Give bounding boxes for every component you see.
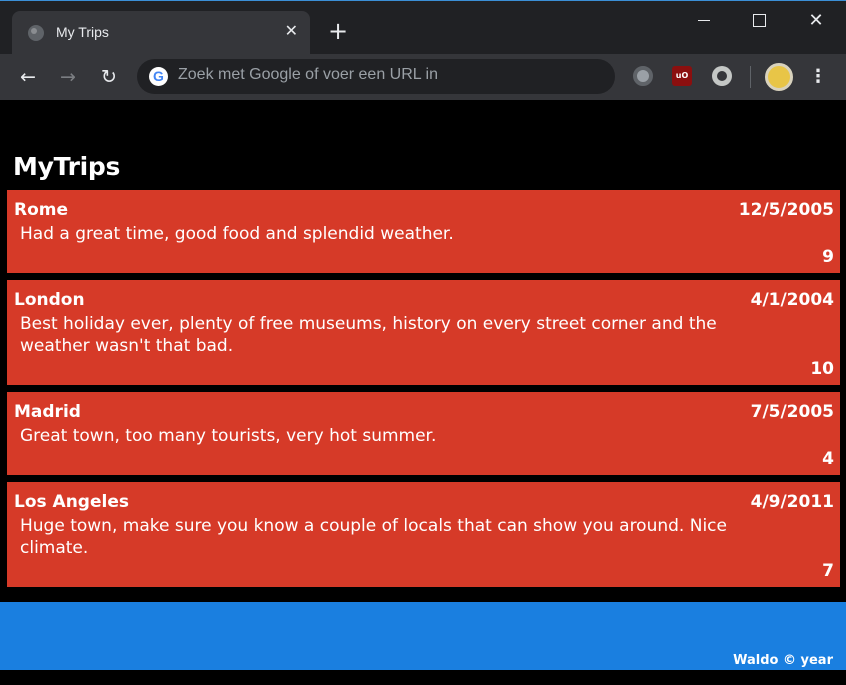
google-icon: G bbox=[149, 67, 168, 86]
trip-description: Had a great time, good food and splendid… bbox=[20, 224, 454, 244]
trip-date: 4/9/2011 bbox=[750, 492, 834, 512]
trip-card: Rome 12/5/2005 Had a great time, good fo… bbox=[7, 190, 840, 273]
trip-card: Madrid 7/5/2005 Great town, too many tou… bbox=[7, 392, 840, 475]
trip-name: Madrid bbox=[14, 402, 81, 422]
trip-date: 7/5/2005 bbox=[750, 402, 834, 422]
trip-name: London bbox=[14, 290, 85, 310]
page-content: MyTrips Rome 12/5/2005 Had a great time,… bbox=[0, 100, 846, 685]
back-button[interactable]: ← bbox=[16, 65, 40, 89]
extension-icon[interactable] bbox=[633, 66, 653, 86]
trip-card: Los Angeles 4/9/2011 Huge town, make sur… bbox=[7, 482, 840, 587]
page-footer: Waldo © year bbox=[0, 602, 846, 670]
forward-button[interactable]: → bbox=[56, 65, 80, 89]
trip-card: London 4/1/2004 Best holiday ever, plent… bbox=[7, 280, 840, 385]
reload-button[interactable]: ↻ bbox=[97, 65, 121, 89]
trip-date: 12/5/2005 bbox=[738, 200, 834, 220]
address-bar-placeholder: Zoek met Google of voer een URL in bbox=[178, 66, 438, 83]
trip-rating: 7 bbox=[822, 561, 834, 581]
trip-rating: 10 bbox=[810, 359, 834, 379]
trip-name: Rome bbox=[14, 200, 69, 220]
minimize-button[interactable] bbox=[692, 9, 716, 33]
trip-rating: 4 bbox=[822, 449, 834, 469]
browser-tabstrip: My Trips ✕ + ✕ bbox=[0, 0, 846, 55]
profile-avatar[interactable] bbox=[765, 63, 793, 91]
toolbar-divider bbox=[750, 66, 751, 88]
globe-icon bbox=[28, 25, 44, 41]
menu-icon[interactable]: ⋮ bbox=[808, 65, 828, 89]
browser-toolbar: ← → ↻ G Zoek met Google of voer een URL … bbox=[0, 54, 846, 100]
extension-refresh-icon[interactable] bbox=[712, 66, 732, 86]
trip-name: Los Angeles bbox=[14, 492, 129, 512]
footer-text: Waldo © year bbox=[733, 653, 833, 668]
window-close-button[interactable]: ✕ bbox=[804, 9, 828, 33]
trip-date: 4/1/2004 bbox=[750, 290, 834, 310]
new-tab-button[interactable]: + bbox=[326, 19, 350, 43]
tab-my-trips[interactable]: My Trips ✕ bbox=[12, 11, 310, 55]
trip-description: Huge town, make sure you know a couple o… bbox=[20, 516, 727, 558]
tab-title: My Trips bbox=[56, 24, 109, 40]
trip-description: Great town, too many tourists, very hot … bbox=[20, 426, 437, 446]
trip-list: Rome 12/5/2005 Had a great time, good fo… bbox=[7, 190, 840, 594]
maximize-button[interactable] bbox=[748, 9, 772, 33]
close-tab-icon[interactable]: ✕ bbox=[285, 21, 298, 41]
page-title: MyTrips bbox=[13, 152, 121, 181]
address-bar[interactable]: G Zoek met Google of voer een URL in bbox=[137, 59, 615, 94]
trip-description: Best holiday ever, plenty of free museum… bbox=[20, 314, 717, 356]
trip-rating: 9 bbox=[822, 247, 834, 267]
ublock-icon[interactable]: uO bbox=[672, 66, 692, 86]
